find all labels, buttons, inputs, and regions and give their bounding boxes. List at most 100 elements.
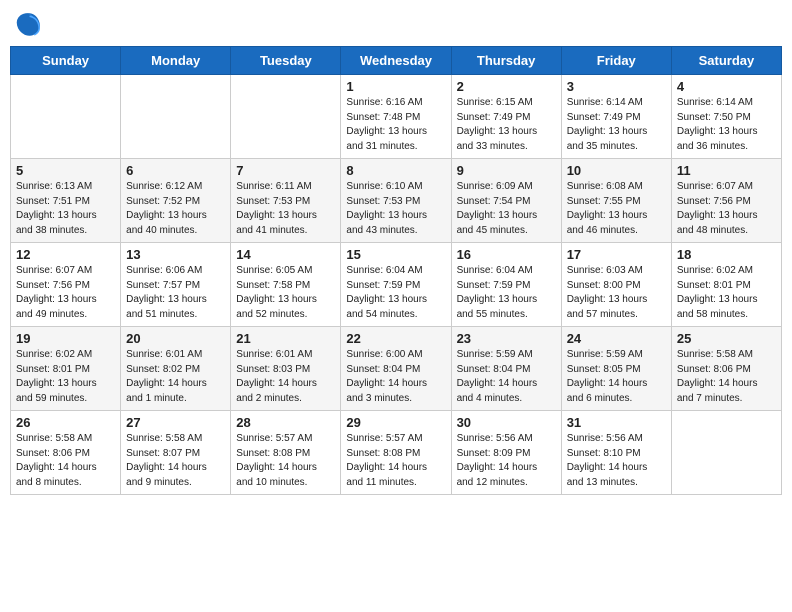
day-info: Sunrise: 6:04 AM Sunset: 7:59 PM Dayligh… [457,264,556,322]
calendar-week-0: 1Sunrise: 6:16 AM Sunset: 7:48 PM Daylig… [11,75,782,159]
day-number: 30 [457,415,556,430]
calendar-cell: 2 Sunrise: 6:15 AM Sunset: 7:49 PM Daylig… [451,75,561,159]
day-number: 6 [126,163,225,178]
day-number: 14 [236,247,335,262]
page-header [10,10,782,38]
day-info: Sunrise: 5:59 AM Sunset: 8:05 PM Dayligh… [567,348,666,406]
calendar-cell: 1Sunrise: 6:16 AM Sunset: 7:48 PM Daylig… [341,75,451,159]
day-info: Sunrise: 6:07 AM Sunset: 7:56 PM Dayligh… [677,180,776,238]
day-info: Sunrise: 6:05 AM Sunset: 7:58 PM Dayligh… [236,264,335,322]
day-number: 23 [457,331,556,346]
day-header-thursday: Thursday [451,47,561,75]
calendar-cell: 21Sunrise: 6:01 AM Sunset: 8:03 PM Dayli… [231,327,341,411]
day-info: Sunrise: 6:04 AM Sunset: 7:59 PM Dayligh… [346,264,445,322]
calendar-week-4: 26 Sunrise: 5:58 AM Sunset: 8:06 PM Dayli… [11,411,782,495]
day-info: Sunrise: 6:03 AM Sunset: 8:00 PM Dayligh… [567,264,666,322]
calendar-body: 1Sunrise: 6:16 AM Sunset: 7:48 PM Daylig… [11,75,782,495]
calendar-cell: 6 Sunrise: 6:12 AM Sunset: 7:52 PM Daylig… [121,159,231,243]
day-number: 28 [236,415,335,430]
day-number: 13 [126,247,225,262]
day-info: Sunrise: 5:58 AM Sunset: 8:07 PM Dayligh… [126,432,225,490]
day-info: Sunrise: 6:14 AM Sunset: 7:49 PM Dayligh… [567,96,666,154]
day-number: 27 [126,415,225,430]
day-number: 10 [567,163,666,178]
day-info: Sunrise: 6:02 AM Sunset: 8:01 PM Dayligh… [16,348,115,406]
day-info: Sunrise: 6:08 AM Sunset: 7:55 PM Dayligh… [567,180,666,238]
calendar-cell: 25 Sunrise: 5:58 AM Sunset: 8:06 PM Dayli… [671,327,781,411]
calendar-cell: 13 Sunrise: 6:06 AM Sunset: 7:57 PM Dayli… [121,243,231,327]
day-info: Sunrise: 6:01 AM Sunset: 8:02 PM Dayligh… [126,348,225,406]
calendar-cell: 16 Sunrise: 6:04 AM Sunset: 7:59 PM Dayli… [451,243,561,327]
day-number: 11 [677,163,776,178]
calendar-cell: 9Sunrise: 6:09 AM Sunset: 7:54 PM Daylig… [451,159,561,243]
day-number: 5 [16,163,115,178]
logo [14,10,46,38]
day-number: 19 [16,331,115,346]
calendar-cell: 27 Sunrise: 5:58 AM Sunset: 8:07 PM Dayli… [121,411,231,495]
calendar-cell: 23 Sunrise: 5:59 AM Sunset: 8:04 PM Dayli… [451,327,561,411]
day-info: Sunrise: 5:56 AM Sunset: 8:09 PM Dayligh… [457,432,556,490]
calendar-cell: 5Sunrise: 6:13 AM Sunset: 7:51 PM Daylig… [11,159,121,243]
logo-icon [14,10,42,38]
calendar-cell: 8 Sunrise: 6:10 AM Sunset: 7:53 PM Daylig… [341,159,451,243]
day-info: Sunrise: 6:07 AM Sunset: 7:56 PM Dayligh… [16,264,115,322]
day-number: 12 [16,247,115,262]
day-info: Sunrise: 5:57 AM Sunset: 8:08 PM Dayligh… [346,432,445,490]
day-number: 15 [346,247,445,262]
day-number: 17 [567,247,666,262]
day-number: 9 [457,163,556,178]
calendar-cell: 3 Sunrise: 6:14 AM Sunset: 7:49 PM Daylig… [561,75,671,159]
day-number: 7 [236,163,335,178]
day-info: Sunrise: 5:58 AM Sunset: 8:06 PM Dayligh… [677,348,776,406]
calendar-cell [231,75,341,159]
day-number: 24 [567,331,666,346]
day-info: Sunrise: 5:58 AM Sunset: 8:06 PM Dayligh… [16,432,115,490]
day-info: Sunrise: 6:15 AM Sunset: 7:49 PM Dayligh… [457,96,556,154]
day-number: 20 [126,331,225,346]
day-info: Sunrise: 6:06 AM Sunset: 7:57 PM Dayligh… [126,264,225,322]
day-number: 29 [346,415,445,430]
day-header-tuesday: Tuesday [231,47,341,75]
calendar-cell: 14 Sunrise: 6:05 AM Sunset: 7:58 PM Dayli… [231,243,341,327]
day-number: 26 [16,415,115,430]
day-info: Sunrise: 6:14 AM Sunset: 7:50 PM Dayligh… [677,96,776,154]
day-number: 22 [346,331,445,346]
calendar-header: SundayMondayTuesdayWednesdayThursdayFrid… [11,47,782,75]
day-number: 25 [677,331,776,346]
calendar-cell: 26 Sunrise: 5:58 AM Sunset: 8:06 PM Dayli… [11,411,121,495]
calendar-cell: 7 Sunrise: 6:11 AM Sunset: 7:53 PM Daylig… [231,159,341,243]
day-info: Sunrise: 6:10 AM Sunset: 7:53 PM Dayligh… [346,180,445,238]
day-info: Sunrise: 6:11 AM Sunset: 7:53 PM Dayligh… [236,180,335,238]
calendar-cell: 4 Sunrise: 6:14 AM Sunset: 7:50 PM Daylig… [671,75,781,159]
day-number: 18 [677,247,776,262]
calendar-cell: 28Sunrise: 5:57 AM Sunset: 8:08 PM Dayli… [231,411,341,495]
day-number: 2 [457,79,556,94]
calendar-cell: 12 Sunrise: 6:07 AM Sunset: 7:56 PM Dayli… [11,243,121,327]
day-info: Sunrise: 5:59 AM Sunset: 8:04 PM Dayligh… [457,348,556,406]
day-info: Sunrise: 5:56 AM Sunset: 8:10 PM Dayligh… [567,432,666,490]
calendar-cell: 29 Sunrise: 5:57 AM Sunset: 8:08 PM Dayli… [341,411,451,495]
calendar-cell [671,411,781,495]
day-number: 4 [677,79,776,94]
day-header-friday: Friday [561,47,671,75]
day-header-saturday: Saturday [671,47,781,75]
calendar-week-2: 12 Sunrise: 6:07 AM Sunset: 7:56 PM Dayli… [11,243,782,327]
day-header-wednesday: Wednesday [341,47,451,75]
day-number: 1 [346,79,445,94]
calendar-cell: 15 Sunrise: 6:04 AM Sunset: 7:59 PM Dayli… [341,243,451,327]
calendar-cell: 22Sunrise: 6:00 AM Sunset: 8:04 PM Dayli… [341,327,451,411]
day-number: 21 [236,331,335,346]
calendar-cell [11,75,121,159]
calendar-cell: 20 Sunrise: 6:01 AM Sunset: 8:02 PM Dayli… [121,327,231,411]
day-number: 8 [346,163,445,178]
calendar-cell: 30 Sunrise: 5:56 AM Sunset: 8:09 PM Dayli… [451,411,561,495]
calendar-cell: 18 Sunrise: 6:02 AM Sunset: 8:01 PM Dayli… [671,243,781,327]
calendar-cell: 31Sunrise: 5:56 AM Sunset: 8:10 PM Dayli… [561,411,671,495]
calendar-week-3: 19 Sunrise: 6:02 AM Sunset: 8:01 PM Dayli… [11,327,782,411]
day-number: 3 [567,79,666,94]
day-info: Sunrise: 6:12 AM Sunset: 7:52 PM Dayligh… [126,180,225,238]
days-of-week-row: SundayMondayTuesdayWednesdayThursdayFrid… [11,47,782,75]
day-info: Sunrise: 6:02 AM Sunset: 8:01 PM Dayligh… [677,264,776,322]
day-number: 16 [457,247,556,262]
calendar-cell: 11 Sunrise: 6:07 AM Sunset: 7:56 PM Dayli… [671,159,781,243]
